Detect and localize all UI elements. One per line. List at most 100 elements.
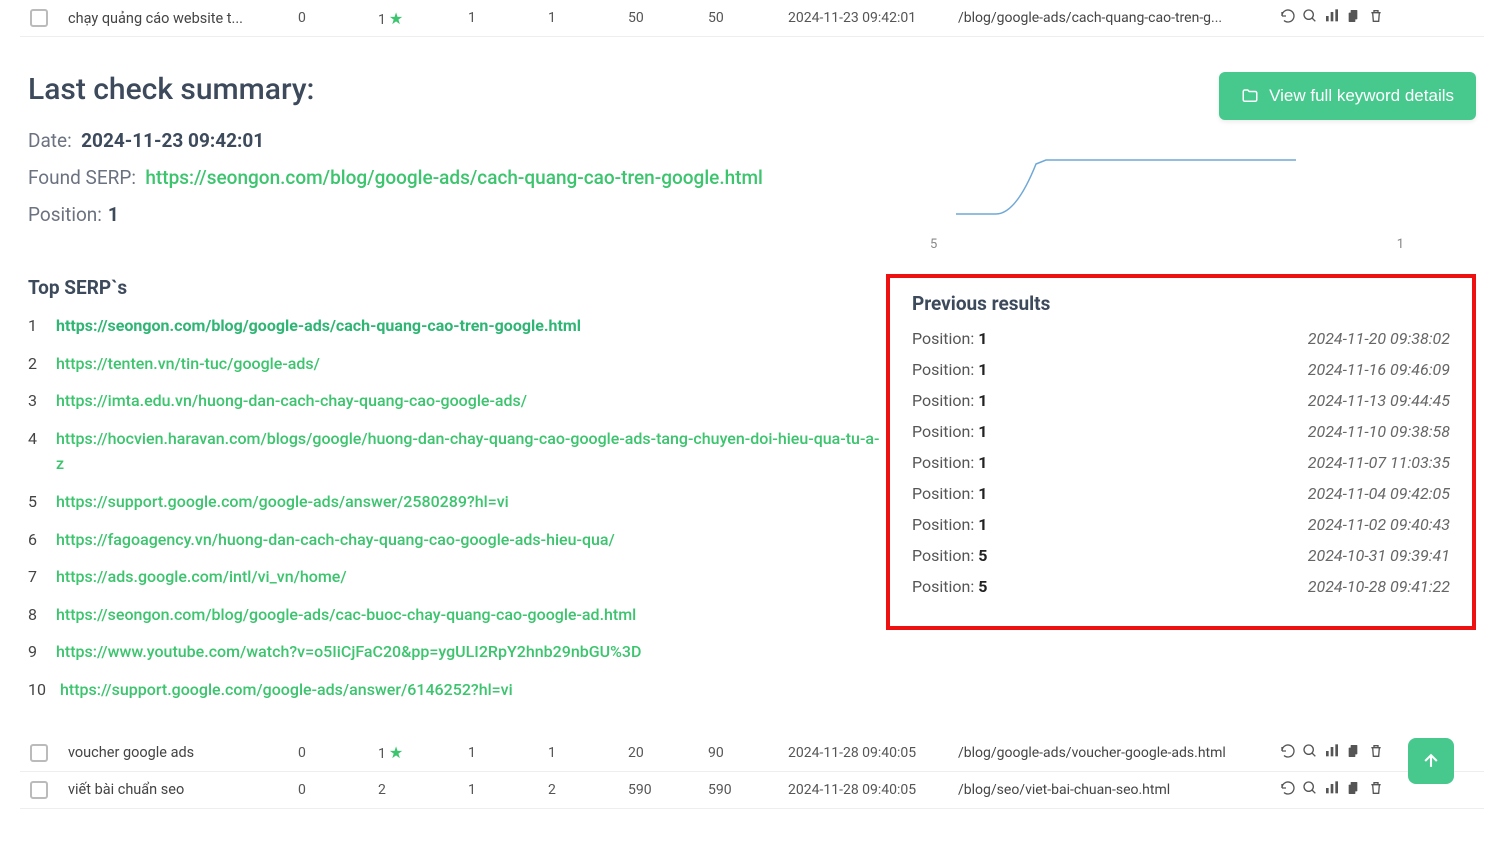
col-f: 90 (708, 745, 788, 761)
search-icon[interactable] (1302, 8, 1318, 28)
star-icon: ★ (389, 743, 403, 762)
prev-date: 2024-11-04 09:42:05 (1308, 484, 1450, 503)
row-checkbox[interactable] (30, 9, 48, 27)
col-a: 0 (298, 782, 378, 798)
serp-item: 10 https://support.google.com/google-ads/… (28, 677, 886, 703)
copy-icon[interactable] (1346, 743, 1362, 763)
chart-icon[interactable] (1324, 8, 1340, 28)
row-actions (1278, 780, 1388, 800)
serp-item: 6 https://fagoagency.vn/huong-dan-cach-ch… (28, 527, 886, 553)
rank-cell: 2 (378, 782, 468, 798)
copy-icon[interactable] (1346, 8, 1362, 28)
chart-icon[interactable] (1324, 780, 1340, 800)
prev-date: 2024-11-20 09:38:02 (1308, 329, 1450, 348)
serp-index: 9 (28, 639, 42, 665)
copy-icon[interactable] (1346, 780, 1362, 800)
prev-date: 2024-11-02 09:40:43 (1308, 515, 1450, 534)
serp-link[interactable]: https://support.google.com/google-ads/an… (60, 677, 513, 703)
col-c: 1 (468, 10, 548, 26)
summary-date: Date: 2024-11-23 09:42:01 (28, 129, 886, 152)
keyword-text: voucher google ads (68, 744, 298, 761)
row-checkbox[interactable] (30, 744, 48, 762)
row-checkbox[interactable] (30, 781, 48, 799)
previous-results-box: Previous results Position: 1 2024-11-20 0… (886, 274, 1476, 630)
row-actions (1278, 8, 1388, 28)
prev-position: Position: 1 (912, 391, 987, 410)
col-a: 0 (298, 745, 378, 761)
previous-result-row: Position: 12024-11-16 09:46:09 (912, 360, 1450, 379)
search-icon[interactable] (1302, 743, 1318, 763)
prev-position: Position: 1 (912, 422, 987, 441)
prev-position: Position: 5 (912, 577, 987, 596)
prev-date: 2024-11-07 11:03:35 (1308, 453, 1450, 472)
serp-link[interactable]: https://seongon.com/blog/google-ads/cac-… (56, 602, 636, 628)
serp-link[interactable]: https://hocvien.haravan.com/blogs/google… (56, 426, 886, 477)
serp-index: 3 (28, 388, 42, 414)
previous-result-row: Position: 12024-11-10 09:38:58 (912, 422, 1450, 441)
summary-position: Position:1 (28, 203, 886, 226)
scroll-top-button[interactable] (1408, 738, 1454, 784)
previous-result-row: Position: 12024-11-13 09:44:45 (912, 391, 1450, 410)
col-a: 0 (298, 10, 378, 26)
keyword-row: voucher google ads 0 1★ 1 1 20 90 2024-1… (20, 735, 1484, 772)
col-e: 50 (628, 10, 708, 26)
col-c: 1 (468, 745, 548, 761)
serp-item: 3 https://imta.edu.vn/huong-dan-cach-chay… (28, 388, 886, 414)
rank-cell: 1★ (378, 9, 468, 28)
serp-index: 6 (28, 527, 42, 553)
prev-date: 2024-10-31 09:39:41 (1308, 546, 1450, 565)
serp-item: 9 https://www.youtube.com/watch?v=o5IiCjF… (28, 639, 886, 665)
refresh-icon[interactable] (1280, 743, 1296, 763)
delete-icon[interactable] (1368, 743, 1384, 763)
folder-icon (1241, 87, 1259, 105)
summary-serp: Found SERP: https://seongon.com/blog/goo… (28, 166, 886, 189)
search-icon[interactable] (1302, 780, 1318, 800)
refresh-icon[interactable] (1280, 780, 1296, 800)
col-d: 1 (548, 745, 628, 761)
col-e: 590 (628, 782, 708, 798)
serp-item: 7https://ads.google.com/intl/vi_vn/home/ (28, 564, 886, 590)
prev-position: Position: 1 (912, 329, 987, 348)
col-f: 50 (708, 10, 788, 26)
delete-icon[interactable] (1368, 780, 1384, 800)
serp-item: 2https://tenten.vn/tin-tuc/google-ads/ (28, 351, 886, 377)
delete-icon[interactable] (1368, 8, 1384, 28)
row-actions (1278, 743, 1388, 763)
timestamp: 2024-11-23 09:42:01 (788, 10, 958, 26)
row-url: /blog/google-ads/voucher-google-ads.html (958, 745, 1278, 761)
keyword-row: viết bài chuẩn seo 0 2 1 2 590 590 2024-… (20, 772, 1484, 809)
col-c: 1 (468, 782, 548, 798)
serp-link[interactable]: https://imta.edu.vn/huong-dan-cach-chay-… (56, 388, 527, 414)
top-serps-title: Top SERP`s (28, 276, 886, 299)
view-details-button[interactable]: View full keyword details (1219, 72, 1476, 120)
prev-position: Position: 1 (912, 484, 987, 503)
chart-tick-left: 5 (930, 237, 937, 252)
position-chart: 5 1 (886, 152, 1476, 252)
keyword-text: viết bài chuẩn seo (68, 781, 298, 798)
previous-result-row: Position: 1 2024-11-20 09:38:02 (912, 329, 1450, 348)
previous-result-row: Position: 12024-11-02 09:40:43 (912, 515, 1450, 534)
row-url: /blog/google-ads/cach-quang-cao-tren-g..… (958, 10, 1278, 26)
col-d: 2 (548, 782, 628, 798)
serp-index: 8 (28, 602, 42, 628)
serp-link[interactable]: https://support.google.com/google-ads/an… (56, 489, 509, 515)
col-f: 590 (708, 782, 788, 798)
serp-index: 10 (28, 677, 46, 703)
chart-icon[interactable] (1324, 743, 1340, 763)
previous-results-title: Previous results (912, 292, 1450, 315)
rank-cell: 1★ (378, 743, 468, 762)
prev-position: Position: 5 (912, 546, 987, 565)
previous-result-row: Position: 12024-11-07 11:03:35 (912, 453, 1450, 472)
chart-tick-right: 1 (1397, 237, 1404, 252)
col-e: 20 (628, 745, 708, 761)
serp-index: 5 (28, 489, 42, 515)
serp-link[interactable]: https://fagoagency.vn/huong-dan-cach-cha… (56, 527, 615, 553)
refresh-icon[interactable] (1280, 8, 1296, 28)
serp-link[interactable]: https://tenten.vn/tin-tuc/google-ads/ (56, 351, 320, 377)
serp-link[interactable]: https://seongon.com/blog/google-ads/cach… (56, 313, 581, 339)
summary-title: Last check summary: (28, 72, 886, 107)
serp-link[interactable]: https://www.youtube.com/watch?v=o5IiCjFa… (56, 639, 641, 665)
serp-link[interactable]: https://ads.google.com/intl/vi_vn/home/ (56, 564, 347, 590)
prev-date: 2024-11-16 09:46:09 (1308, 360, 1450, 379)
found-serp-link[interactable]: https://seongon.com/blog/google-ads/cach… (145, 166, 763, 189)
